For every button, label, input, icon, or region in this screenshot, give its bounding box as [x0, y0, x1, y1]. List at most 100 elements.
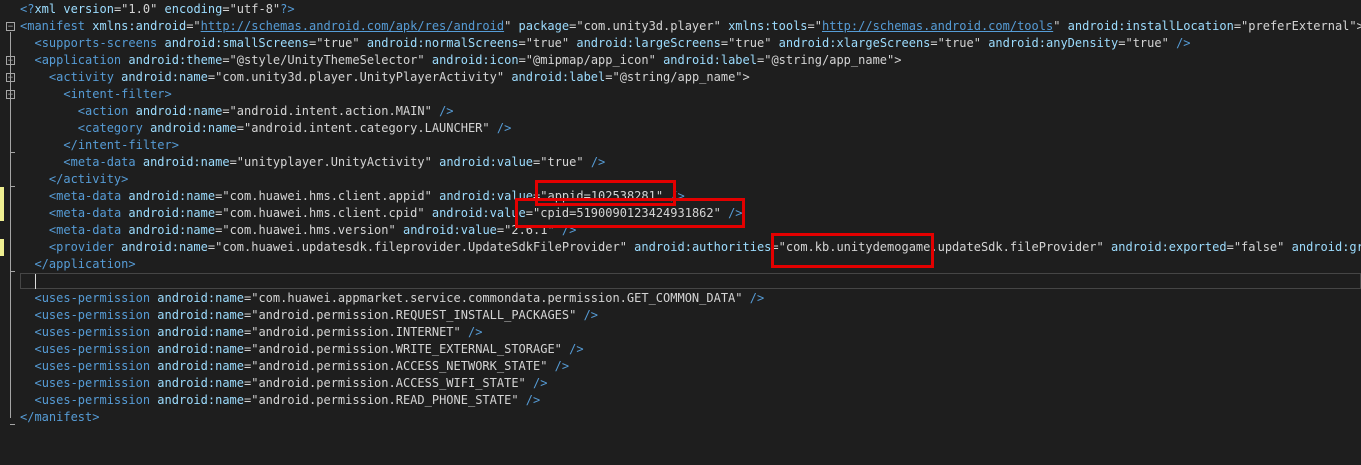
fold-end-mark [10, 186, 15, 187]
code-token: activity [56, 70, 114, 84]
code-token: android.permission.INTERNET [258, 325, 454, 339]
code-token: android:name [157, 291, 244, 305]
fold-toggle-icon[interactable]: − [6, 90, 15, 100]
fold-toggle-icon[interactable]: − [6, 73, 15, 83]
code-line[interactable]: <uses-permission android:name="android.p… [20, 392, 1361, 409]
code-token: " [518, 376, 533, 390]
code-token: > [171, 138, 179, 152]
code-token: =" [309, 36, 324, 50]
code-line[interactable]: <intent-filter> [20, 86, 1361, 103]
code-line[interactable]: <category android:name="android.intent.c… [20, 120, 1361, 137]
fold-toggle-icon[interactable]: − [6, 22, 15, 32]
code-token: " [648, 53, 664, 67]
code-line[interactable]: <uses-permission android:name="com.huawe… [20, 290, 1361, 307]
code-line[interactable]: <provider android:name="com.huawei.updat… [20, 239, 1361, 256]
code-token: "> [1349, 19, 1361, 33]
code-line[interactable]: <manifest xmlns:android="http://schemas.… [20, 18, 1361, 35]
fold-toggle-icon[interactable]: − [6, 56, 15, 66]
code-token: " [764, 36, 779, 50]
code-line[interactable]: </activity> [20, 171, 1361, 188]
code-token: android:icon [431, 53, 519, 67]
code-token: < [34, 308, 42, 322]
code-token: com.huawei.hms.version [229, 223, 389, 237]
code-token: android.permission.ACCESS_NETWORK_STATE [258, 359, 541, 373]
code-token: </ [34, 257, 49, 271]
code-token: > [121, 172, 129, 186]
code-token: android.permission.ACCESS_WIFI_STATE [258, 376, 519, 390]
code-line[interactable]: <supports-screens android:smallScreens="… [20, 35, 1361, 52]
code-line[interactable]: <meta-data android:name="com.huawei.hms.… [20, 205, 1361, 222]
code-token: /> [569, 342, 584, 356]
code-token: com.huawei.hms.client.appid [229, 189, 425, 203]
code-token: =" [569, 19, 584, 33]
url-link[interactable]: http://schemas.android.com/tools [822, 19, 1053, 33]
code-line[interactable]: <action android:name="android.intent.act… [20, 103, 1361, 120]
code-line[interactable] [20, 273, 1361, 290]
code-token: =" [1118, 36, 1133, 50]
code-line[interactable]: </application> [20, 256, 1361, 273]
code-token: uses-permission [41, 342, 151, 356]
change-marker [0, 239, 4, 256]
code-line[interactable]: <application android:theme="@style/Unity… [20, 52, 1361, 69]
code-line[interactable]: <meta-data android:name="com.huawei.hms.… [20, 188, 1361, 205]
code-token: < [63, 87, 71, 101]
code-token: > [128, 257, 136, 271]
fold-end-mark [10, 271, 15, 272]
url-link[interactable]: http://schemas.android.com/apk/res/andro… [201, 19, 504, 33]
code-token: </ [48, 172, 64, 186]
code-token: </ [63, 138, 78, 152]
code-token: =" [533, 189, 548, 203]
code-token: android:normalScreens [366, 36, 519, 50]
code-token: =" [720, 36, 736, 50]
code-token: " [713, 206, 729, 220]
code-line[interactable]: <uses-permission android:name="android.p… [20, 358, 1361, 375]
code-editor[interactable]: − − − − <?xml version="1.0" encoding="ut… [0, 0, 1361, 465]
code-token: android:name [157, 376, 244, 390]
code-token: android:gra [1291, 240, 1361, 254]
code-token: android:exported [1111, 240, 1227, 254]
code-token: " [569, 308, 584, 322]
code-token: /> [525, 393, 541, 407]
code-line[interactable]: </manifest> [20, 409, 1361, 426]
code-token: meta-data [56, 206, 122, 220]
code-token: android:smallScreens [164, 36, 310, 50]
code-token: android:authorities [634, 240, 772, 254]
code-line[interactable]: <uses-permission android:name="android.p… [20, 375, 1361, 392]
code-token: encoding [164, 2, 223, 16]
code-token: " [504, 19, 519, 33]
code-token: " [352, 36, 367, 50]
code-token: =" [518, 53, 534, 67]
code-line[interactable]: <uses-permission android:name="android.p… [20, 324, 1361, 341]
code-line[interactable]: <meta-data android:name="com.huawei.hms.… [20, 222, 1361, 239]
code-line[interactable]: <meta-data android:name="unityplayer.Uni… [20, 154, 1361, 171]
code-token: android:largeScreens [576, 36, 721, 50]
code-token: " [417, 206, 432, 220]
code-token: > [164, 87, 172, 101]
code-line[interactable]: <uses-permission android:name="android.p… [20, 307, 1361, 324]
gutter: − − − − [0, 0, 20, 465]
code-text[interactable]: <?xml version="1.0" encoding="utf-8"?> <m… [20, 1, 1361, 426]
code-token: < [34, 291, 42, 305]
code-line[interactable]: </intent-filter> [20, 137, 1361, 154]
code-token: < [34, 393, 42, 407]
code-token: </ [20, 410, 35, 424]
code-token: =" [244, 393, 259, 407]
code-token: < [34, 36, 42, 50]
code-token: =" [533, 155, 548, 169]
code-token: uses-permission [41, 308, 151, 322]
code-token: utf-8 [236, 2, 273, 16]
code-token: " [554, 342, 570, 356]
code-token: =" [113, 2, 129, 16]
code-token: " [713, 19, 729, 33]
code-token: android:value [402, 223, 497, 237]
code-token: /> [1176, 36, 1191, 50]
code-line[interactable]: <?xml version="1.0" encoding="utf-8"?> [20, 1, 1361, 18]
code-token: application [48, 257, 129, 271]
code-line[interactable]: <activity android:name="com.unity3d.play… [20, 69, 1361, 86]
code-token: =" [229, 155, 245, 169]
code-token: xmlns:tools [728, 19, 808, 33]
code-line[interactable]: <uses-permission android:name="android.p… [20, 341, 1361, 358]
